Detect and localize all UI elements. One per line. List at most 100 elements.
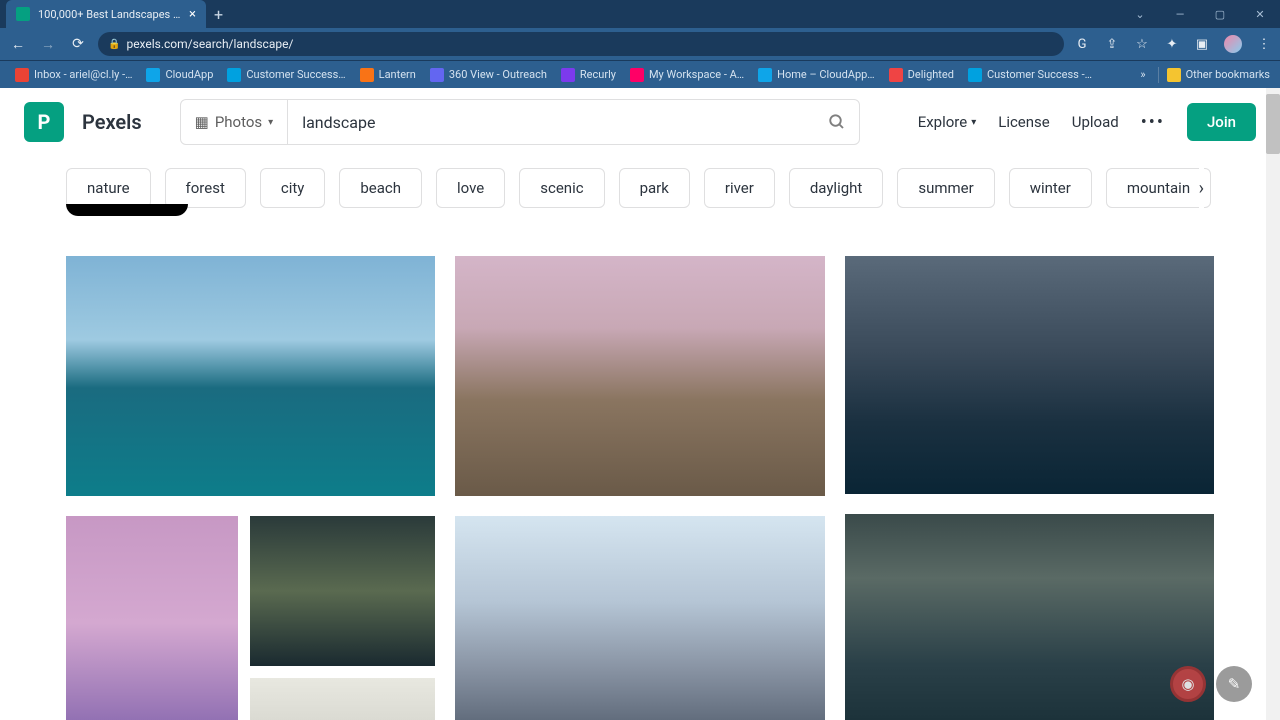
bookmark-label: 360 View - Outreach: [449, 68, 547, 81]
filter-chips: nature forest city beach love scenic park river…: [0, 156, 1280, 220]
pexels-logo[interactable]: P: [24, 102, 64, 142]
folder-icon: [1167, 68, 1181, 82]
bookmark-item[interactable]: CloudApp: [141, 66, 218, 84]
search-icon[interactable]: [815, 113, 859, 131]
filter-chip-forest[interactable]: forest: [165, 168, 246, 208]
photo-thumbnail[interactable]: [845, 514, 1214, 720]
nav-explore[interactable]: Explore ▾: [918, 113, 977, 131]
bookmark-favicon: [360, 68, 374, 82]
lock-icon: 🔒: [108, 39, 120, 50]
photo-thumbnail[interactable]: [455, 516, 824, 720]
ext-panel-icon[interactable]: ▣: [1194, 36, 1210, 52]
search-bar: ▦ Photos ▾: [180, 99, 860, 145]
search-type-dropdown[interactable]: ▦ Photos ▾: [181, 100, 289, 144]
profile-avatar[interactable]: [1224, 35, 1242, 53]
bookmark-item[interactable]: Customer Success…: [222, 66, 350, 84]
site-header: P Pexels ▦ Photos ▾ Explore ▾ License Up…: [0, 88, 1280, 156]
bookmark-label: Customer Success -…: [987, 68, 1092, 81]
logo-text[interactable]: Pexels: [82, 110, 142, 134]
bookmarks-bar: Inbox - ariel@cl.ly -… CloudApp Customer S…: [0, 60, 1280, 88]
bookmark-favicon: [889, 68, 903, 82]
browser-tab[interactable]: 100,000+ Best Landscapes Pictu… ×: [6, 0, 206, 28]
chevron-down-icon: ▾: [268, 117, 273, 128]
bookmark-favicon: [630, 68, 644, 82]
bookmark-label: Inbox - ariel@cl.ly -…: [34, 68, 132, 81]
photo-thumbnail[interactable]: [66, 516, 238, 720]
nav-upload[interactable]: Upload: [1072, 113, 1119, 131]
tab-favicon: [16, 7, 30, 21]
photo-thumbnail[interactable]: [66, 256, 435, 496]
bookmark-item[interactable]: Delighted: [884, 66, 959, 84]
filter-chip-mountain[interactable]: mountain: [1106, 168, 1211, 208]
bookmark-favicon: [146, 68, 160, 82]
chips-next-icon[interactable]: ›: [1199, 168, 1204, 208]
filter-chip-winter[interactable]: winter: [1009, 168, 1092, 208]
search-type-label: Photos: [215, 113, 262, 131]
url-field[interactable]: 🔒 pexels.com/search/landscape/: [98, 32, 1064, 56]
chevron-down-icon[interactable]: ⌄: [1120, 0, 1160, 28]
bookmark-label: My Workspace - A…: [649, 68, 744, 81]
scrollbar-thumb[interactable]: [1266, 94, 1280, 154]
photo-thumbnail[interactable]: [250, 516, 436, 666]
gallery-column: [66, 256, 435, 720]
image-icon: ▦: [195, 113, 209, 131]
page-content: P Pexels ▦ Photos ▾ Explore ▾ License Up…: [0, 88, 1280, 720]
filter-chip-scenic[interactable]: scenic: [519, 168, 604, 208]
back-button[interactable]: ←: [8, 34, 28, 54]
close-icon[interactable]: ×: [189, 7, 196, 22]
filter-chip-love[interactable]: love: [436, 168, 505, 208]
more-menu-icon[interactable]: •••: [1141, 112, 1165, 133]
nav-license[interactable]: License: [998, 113, 1050, 131]
photo-thumbnail[interactable]: [455, 256, 824, 496]
ext-share-icon[interactable]: ⇪: [1104, 36, 1120, 52]
filter-chip-daylight[interactable]: daylight: [789, 168, 884, 208]
bookmark-item[interactable]: Recurly: [556, 66, 621, 84]
forward-button[interactable]: →: [38, 34, 58, 54]
scrollbar[interactable]: [1266, 88, 1280, 720]
gallery-column: [845, 256, 1214, 720]
ext-puzzle-icon[interactable]: ✦: [1164, 36, 1180, 52]
ext-star-icon[interactable]: ☆: [1134, 36, 1150, 52]
bookmark-label: Delighted: [908, 68, 954, 81]
chevron-down-icon: ▾: [971, 117, 976, 128]
other-bookmarks[interactable]: Other bookmarks: [1167, 68, 1270, 82]
filter-chip-summer[interactable]: summer: [897, 168, 994, 208]
browser-menu-icon[interactable]: ⋮: [1256, 36, 1272, 52]
bookmark-item[interactable]: Lantern: [355, 66, 421, 84]
join-button[interactable]: Join: [1187, 103, 1256, 141]
gallery-column: [455, 256, 824, 720]
photo-thumbnail[interactable]: [250, 678, 436, 720]
filter-chip-nature[interactable]: nature: [66, 168, 151, 208]
filter-chip-beach[interactable]: beach: [339, 168, 422, 208]
bookmark-item[interactable]: Customer Success -…: [963, 66, 1097, 84]
site-nav: Explore ▾ License Upload ••• Join: [918, 103, 1256, 141]
reload-button[interactable]: ⟳: [68, 34, 88, 54]
edit-button[interactable]: ✎: [1216, 666, 1252, 702]
extension-icons: G ⇪ ☆ ✦ ▣ ⋮: [1074, 35, 1272, 53]
bookmark-item[interactable]: Inbox - ariel@cl.ly -…: [10, 66, 137, 84]
filter-chip-river[interactable]: river: [704, 168, 775, 208]
address-bar: ← → ⟳ 🔒 pexels.com/search/landscape/ G ⇪…: [0, 28, 1280, 60]
record-button[interactable]: ◉: [1170, 666, 1206, 702]
bookmark-favicon: [227, 68, 241, 82]
ext-google-icon[interactable]: G: [1074, 36, 1090, 52]
bookmark-item[interactable]: 360 View - Outreach: [425, 66, 552, 84]
search-input[interactable]: [288, 113, 814, 132]
minimize-button[interactable]: —: [1160, 0, 1200, 28]
new-tab-button[interactable]: +: [214, 5, 223, 24]
bookmark-item[interactable]: My Workspace - A…: [625, 66, 749, 84]
bookmark-item[interactable]: Home – CloudApp…: [753, 66, 880, 84]
bookmarks-overflow[interactable]: »: [1140, 68, 1149, 81]
window-controls: ⌄ — ▢ ✕: [1120, 0, 1280, 28]
bookmark-favicon: [561, 68, 575, 82]
bookmark-label: Customer Success…: [246, 68, 345, 81]
bookmark-favicon: [430, 68, 444, 82]
maximize-button[interactable]: ▢: [1200, 0, 1240, 28]
bookmark-favicon: [758, 68, 772, 82]
bookmark-label: Recurly: [580, 68, 616, 81]
close-button[interactable]: ✕: [1240, 0, 1280, 28]
photo-thumbnail[interactable]: [845, 256, 1214, 494]
filter-chip-park[interactable]: park: [619, 168, 690, 208]
filter-chip-city[interactable]: city: [260, 168, 326, 208]
floating-actions: ◉ ✎: [1170, 666, 1252, 702]
